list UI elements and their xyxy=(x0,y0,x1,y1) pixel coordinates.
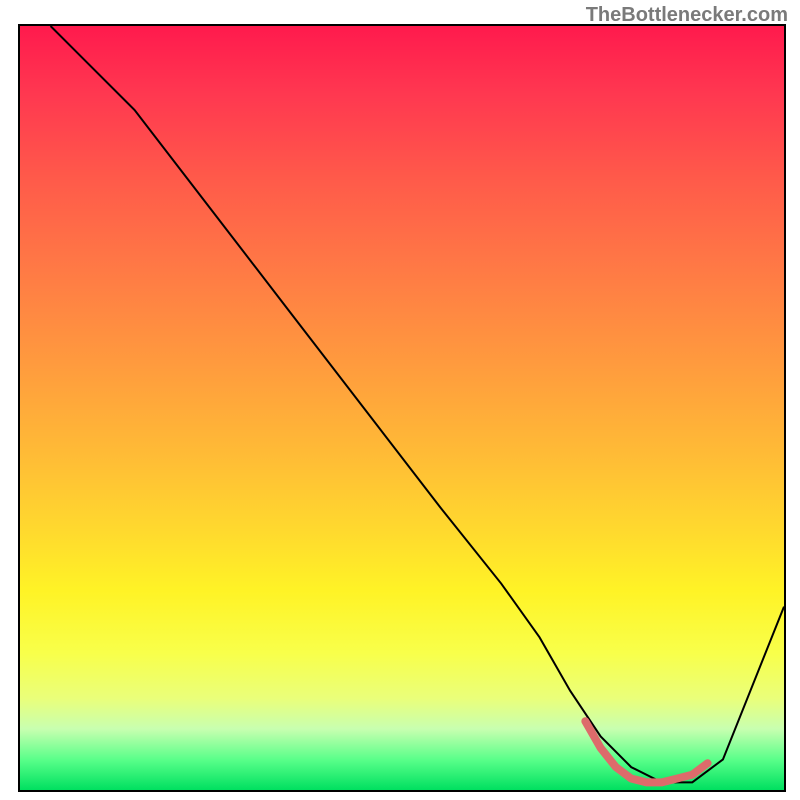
plot-frame xyxy=(18,24,786,792)
series-curve xyxy=(51,26,784,782)
series-highlight xyxy=(585,721,707,782)
watermark-text: TheBottlenecker.com xyxy=(586,4,788,27)
chart-svg xyxy=(20,26,784,790)
chart-container: TheBottlenecker.com xyxy=(0,0,800,800)
